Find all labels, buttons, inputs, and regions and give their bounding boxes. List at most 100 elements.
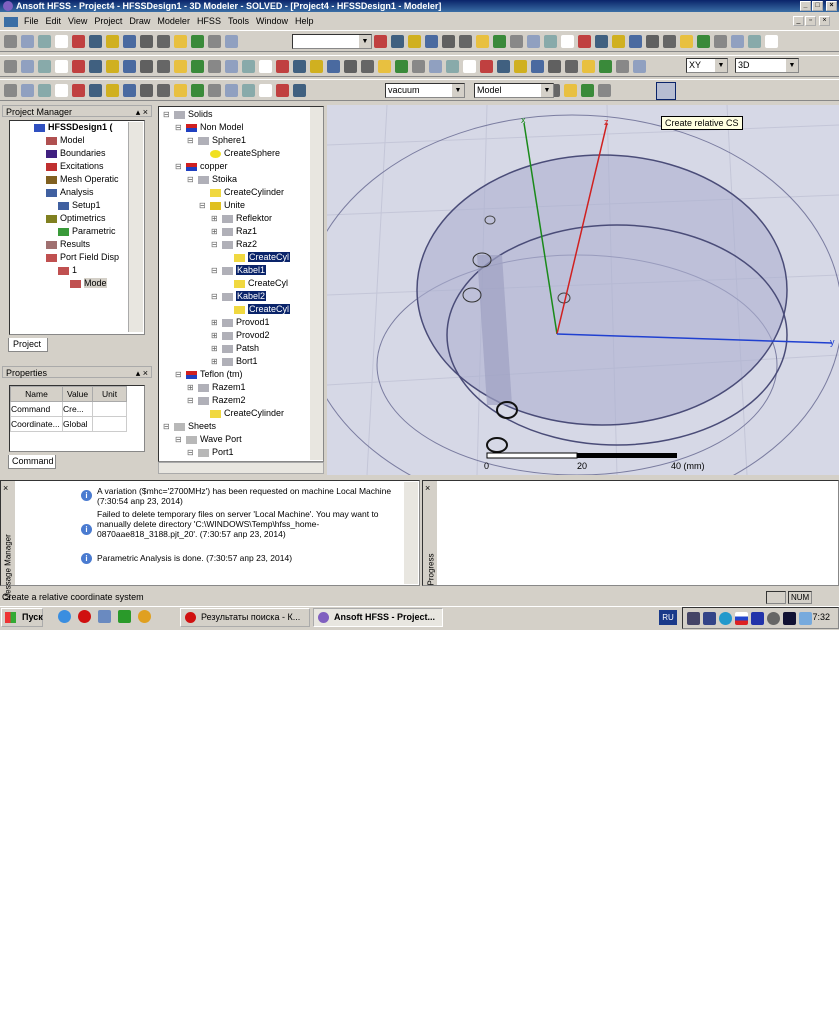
model-tree-hscrollbar[interactable] (158, 462, 324, 474)
doc-restore-button[interactable]: ▫ (805, 16, 816, 26)
project-tree-item[interactable]: Results (10, 238, 144, 251)
toolbar-icon[interactable] (598, 83, 611, 97)
model-tree-item[interactable]: CreateCyl (159, 277, 323, 290)
toolbar-icon[interactable] (4, 83, 17, 97)
doc-close-button[interactable]: × (819, 16, 830, 26)
toolbar-icon[interactable] (140, 59, 153, 73)
toolbar-icon[interactable] (55, 34, 68, 48)
toolbar-icon[interactable] (225, 83, 238, 97)
toolbar-icon[interactable] (4, 59, 17, 73)
project-tree-item[interactable]: Mode (10, 277, 144, 290)
toolbar-icon[interactable] (748, 34, 761, 48)
toolbar-icon[interactable] (480, 59, 493, 73)
model-tree-item[interactable]: ⊞ Bort1 (159, 355, 323, 368)
toolbar-icon[interactable] (208, 34, 221, 48)
toolbar-icon[interactable] (391, 34, 404, 48)
toolbar-icon[interactable] (663, 34, 676, 48)
menu-help[interactable]: Help (295, 16, 314, 26)
expand-toggle-icon[interactable]: ⊟ (175, 433, 186, 446)
model-tree-item[interactable]: ⊟ Port1 (159, 446, 323, 459)
toolbar-icon[interactable] (578, 34, 591, 48)
expand-toggle-icon[interactable]: ⊟ (175, 121, 186, 134)
toolbar-icon[interactable] (55, 59, 68, 73)
toolbar-icon[interactable] (242, 59, 255, 73)
toolbar-icon[interactable] (38, 34, 51, 48)
toolbar-icon[interactable] (731, 34, 744, 48)
toolbar-icon[interactable] (157, 83, 170, 97)
toolbar-icon[interactable] (72, 59, 85, 73)
expand-toggle-icon[interactable]: ⊟ (187, 134, 198, 147)
toolbar-icon[interactable] (616, 59, 629, 73)
properties-header[interactable]: Unit (92, 386, 127, 402)
toolbar-icon[interactable] (581, 83, 594, 97)
toolbar-icon[interactable] (680, 34, 693, 48)
project-tree-scrollbar[interactable] (128, 122, 143, 332)
toolbar-icon[interactable] (72, 83, 85, 97)
menu-tools[interactable]: Tools (228, 16, 249, 26)
tab-project[interactable]: Project (8, 338, 48, 352)
model-tree-item[interactable]: ⊟ Teflon (tm) (159, 368, 323, 381)
close-button[interactable]: × (826, 1, 837, 11)
expand-toggle-icon[interactable]: ⊞ (211, 225, 222, 238)
toolbar-icon[interactable] (459, 34, 472, 48)
toolbar-icon[interactable] (714, 34, 727, 48)
start-button[interactable]: Пуск (1, 608, 43, 627)
language-indicator[interactable]: RU (659, 610, 677, 625)
expand-toggle-icon[interactable]: ⊟ (175, 160, 186, 173)
model-tree-item[interactable]: ⊞ Raz1 (159, 225, 323, 238)
toolbar-icon[interactable] (106, 59, 119, 73)
model-tree-item[interactable]: ⊞ Provod1 (159, 316, 323, 329)
tab-command[interactable]: Command (8, 455, 56, 469)
menu-window[interactable]: Window (256, 16, 288, 26)
toolbar-icon[interactable] (374, 34, 387, 48)
menu-edit[interactable]: Edit (46, 16, 62, 26)
menu-draw[interactable]: Draw (129, 16, 150, 26)
project-tree-item[interactable]: 1 (10, 264, 144, 277)
opera-icon[interactable] (78, 610, 91, 623)
expand-toggle-icon[interactable]: ⊟ (211, 264, 222, 277)
toolbar-icon[interactable] (310, 59, 323, 73)
toolbar-combo[interactable] (292, 34, 372, 49)
toolbar-icon[interactable] (493, 34, 506, 48)
taskbar-hfss[interactable]: Ansoft HFSS - Project... (313, 608, 443, 627)
create-relative-cs-button[interactable] (656, 82, 676, 100)
toolbar-icon[interactable] (174, 59, 187, 73)
project-tree-item[interactable]: Parametric (10, 225, 144, 238)
expand-toggle-icon[interactable]: ⊞ (187, 381, 198, 394)
toolbar-icon[interactable] (425, 34, 438, 48)
toolbar-icon[interactable] (4, 34, 17, 48)
project-tree-item[interactable]: Analysis (10, 186, 144, 199)
toolbar-icon[interactable] (225, 34, 238, 48)
toolbar-icon[interactable] (259, 83, 272, 97)
toolbar-icon[interactable] (429, 59, 442, 73)
menu-project[interactable]: Project (94, 16, 122, 26)
expand-toggle-icon[interactable]: ⊞ (211, 342, 222, 355)
properties-row[interactable]: Coordinate... Global (10, 416, 127, 432)
toolbar-icon[interactable] (21, 34, 34, 48)
minimize-button[interactable]: _ (800, 1, 811, 11)
toolbar-icon[interactable] (565, 59, 578, 73)
plane-select[interactable]: XY (686, 58, 728, 73)
toolbar-icon[interactable] (395, 59, 408, 73)
toolbar-icon[interactable] (344, 59, 357, 73)
toolbar-icon[interactable] (89, 83, 102, 97)
toolbar-icon[interactable] (412, 59, 425, 73)
project-tree-item[interactable]: Excitations (10, 160, 144, 173)
toolbar-icon[interactable] (72, 34, 85, 48)
maximize-button[interactable]: □ (812, 1, 823, 11)
toolbar-icon[interactable] (514, 59, 527, 73)
project-tree-item[interactable]: HFSSDesign1 ( (10, 121, 144, 134)
properties-row[interactable]: Command Cre... (10, 401, 127, 417)
toolbar-icon[interactable] (446, 59, 459, 73)
model-tree-item[interactable]: ⊟ Razem2 (159, 394, 323, 407)
toolbar-icon[interactable] (629, 34, 642, 48)
toolbar-icon[interactable] (510, 34, 523, 48)
model-tree-item[interactable]: ⊟ Non Model (159, 121, 323, 134)
toolbar-icon[interactable] (276, 59, 289, 73)
toolbar-icon[interactable] (106, 83, 119, 97)
menu-view[interactable]: View (68, 16, 87, 26)
toolbar-icon[interactable] (225, 59, 238, 73)
toolbar-icon[interactable] (106, 34, 119, 48)
toolbar-icon[interactable] (21, 59, 34, 73)
toolbar-icon[interactable] (527, 34, 540, 48)
